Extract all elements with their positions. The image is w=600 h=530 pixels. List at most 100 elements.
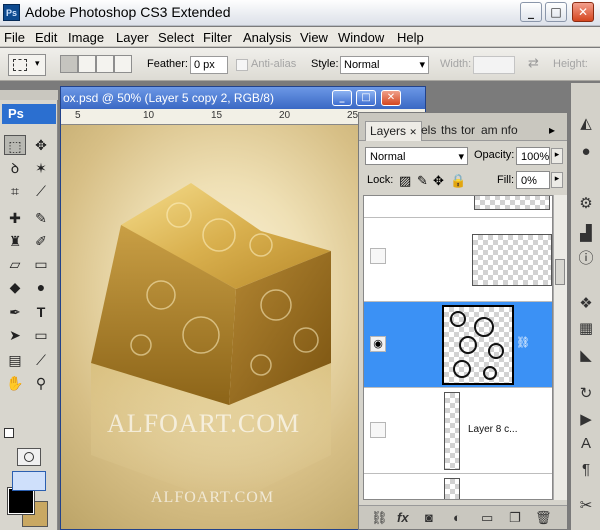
paragraph-icon[interactable]: ¶ xyxy=(575,459,597,481)
menu-window[interactable]: Window xyxy=(338,30,384,45)
brush-icon[interactable]: ✎ xyxy=(30,208,52,228)
dodge-icon[interactable]: ● xyxy=(30,277,52,297)
toolbox-grip[interactable] xyxy=(0,90,58,100)
layer-list-scrollbar[interactable] xyxy=(553,195,567,500)
default-colors-icon[interactable] xyxy=(4,428,14,438)
doc-close-button[interactable]: ✕ xyxy=(381,90,401,106)
eyedropper-icon[interactable]: ⟋ xyxy=(30,350,52,370)
magic-wand-icon[interactable]: ✶ xyxy=(30,158,52,178)
tab-navigator[interactable]: tor xyxy=(461,121,475,141)
lock-all-icon[interactable]: 🔒 xyxy=(450,173,466,189)
document-titlebar[interactable]: ox.psd @ 50% (Layer 5 copy 2, RGB/8) _ □… xyxy=(61,87,425,109)
notes-icon[interactable]: ▤ xyxy=(4,350,26,370)
swap-icon[interactable]: ⇄ xyxy=(528,55,539,71)
lock-position-icon[interactable]: ✥ xyxy=(433,173,444,189)
pen-icon[interactable]: ✒ xyxy=(4,302,26,322)
crop-icon[interactable]: ⌗ xyxy=(4,181,26,201)
zoom-icon[interactable]: ⚲ xyxy=(30,373,52,393)
layer-comps-icon[interactable]: ◣ xyxy=(575,345,597,367)
color-icon[interactable]: ● xyxy=(575,141,597,163)
feather-input[interactable]: 0 px xyxy=(190,56,228,74)
gradient-icon[interactable]: ▭ xyxy=(30,254,52,274)
add-selection-button[interactable] xyxy=(78,55,96,73)
group-icon[interactable]: ▭ xyxy=(481,510,493,526)
menu-filter[interactable]: Filter xyxy=(203,30,232,45)
close-icon[interactable]: ✕ xyxy=(409,127,417,137)
fill-input[interactable]: 0% xyxy=(516,171,550,189)
info-icon[interactable]: ⓘ xyxy=(575,248,597,270)
layer-row[interactable] xyxy=(364,196,552,218)
minimize-button[interactable]: _ xyxy=(520,2,542,22)
blend-mode-select[interactable]: Normal ▾ xyxy=(365,147,468,165)
quick-mask-button[interactable] xyxy=(17,448,41,466)
menu-analysis[interactable]: Analysis xyxy=(243,30,291,45)
menu-file[interactable]: File xyxy=(4,30,25,45)
menu-layer[interactable]: Layer xyxy=(116,30,149,45)
tab-layers[interactable]: Layers ✕ xyxy=(365,121,422,141)
fill-slider-toggle[interactable]: ▸ xyxy=(551,172,563,188)
stamp-icon[interactable]: ♜ xyxy=(4,231,26,251)
eraser-icon[interactable]: ▱ xyxy=(4,254,26,274)
tab-paths[interactable]: ths xyxy=(441,121,457,141)
mask-icon[interactable]: ◙ xyxy=(425,510,433,525)
tools-icon[interactable]: ✂ xyxy=(575,495,597,517)
doc-maximize-button[interactable]: □ xyxy=(356,90,376,106)
tool-preset-picker[interactable]: ▾ xyxy=(8,54,46,76)
tab-histogram[interactable]: am xyxy=(481,121,498,141)
close-button[interactable]: ✕ xyxy=(572,2,594,22)
type-icon[interactable]: T xyxy=(30,302,52,322)
menu-image[interactable]: Image xyxy=(68,30,104,45)
blur-icon[interactable]: ◆ xyxy=(4,277,26,297)
scrollbar-thumb[interactable] xyxy=(555,259,565,285)
shape-icon[interactable]: ▭ xyxy=(30,325,52,345)
layer-row[interactable] xyxy=(364,218,552,302)
actions-icon[interactable]: ▶ xyxy=(575,409,597,431)
layer-row-selected[interactable]: ◉ ⛓ xyxy=(364,302,552,388)
screen-mode-button[interactable] xyxy=(12,471,46,491)
eye-icon[interactable]: ◉ xyxy=(370,336,386,352)
navigator-icon[interactable]: ◭ xyxy=(575,113,597,135)
new-layer-icon[interactable]: ❐ xyxy=(509,510,521,526)
width-input[interactable] xyxy=(473,56,515,74)
adjustment-icon[interactable]: ◐ xyxy=(453,510,461,525)
hand-icon[interactable]: ✋ xyxy=(4,373,26,393)
menu-edit[interactable]: Edit xyxy=(35,30,57,45)
subtract-selection-button[interactable] xyxy=(96,55,114,73)
maximize-button[interactable]: □ xyxy=(545,2,567,22)
swatches-icon[interactable]: ⚙ xyxy=(575,193,597,215)
chain-link-icon[interactable]: ⛓ xyxy=(516,336,530,349)
move-icon[interactable]: ✥ xyxy=(30,135,52,155)
tool-presets-icon[interactable]: ▦ xyxy=(575,318,597,340)
history-icon[interactable]: ↻ xyxy=(575,383,597,405)
intersect-selection-button[interactable] xyxy=(114,55,132,73)
menu-view[interactable]: View xyxy=(300,30,328,45)
layer-row[interactable] xyxy=(364,474,552,499)
histogram-icon[interactable]: ▟ xyxy=(575,223,597,245)
menu-select[interactable]: Select xyxy=(158,30,194,45)
lock-transparency-icon[interactable]: ▨ xyxy=(399,173,411,189)
new-selection-button[interactable] xyxy=(60,55,78,73)
character-icon[interactable]: A xyxy=(575,433,597,455)
visibility-toggle[interactable] xyxy=(370,422,386,438)
opacity-input[interactable]: 100% xyxy=(516,147,550,165)
healing-icon[interactable]: ✚ xyxy=(4,208,26,228)
link-icon[interactable]: ⛓ xyxy=(371,510,388,526)
panel-menu-icon[interactable]: ▸ xyxy=(549,123,555,137)
slice-icon[interactable]: ⟋ xyxy=(30,181,52,201)
style-select[interactable]: Normal ▾ xyxy=(340,56,429,74)
layer-row[interactable]: Layer 8 c... xyxy=(364,388,552,474)
tab-channels[interactable]: els xyxy=(421,121,436,141)
doc-minimize-button[interactable]: _ xyxy=(332,90,352,106)
opacity-slider-toggle[interactable]: ▸ xyxy=(551,148,563,164)
menu-help[interactable]: Help xyxy=(397,30,424,45)
fx-icon[interactable]: fx xyxy=(397,510,409,525)
brushes-icon[interactable]: ❖ xyxy=(575,293,597,315)
lock-pixels-icon[interactable]: ✎ xyxy=(417,173,428,189)
path-select-icon[interactable]: ➤ xyxy=(4,325,26,345)
tab-info[interactable]: nfo xyxy=(501,121,518,141)
history-brush-icon[interactable]: ✐ xyxy=(30,231,52,251)
foreground-color-swatch[interactable] xyxy=(7,487,35,515)
marquee-icon[interactable]: ⬚ xyxy=(4,135,26,155)
antialias-checkbox[interactable] xyxy=(236,59,248,71)
trash-icon[interactable]: 🗑 xyxy=(535,510,552,526)
